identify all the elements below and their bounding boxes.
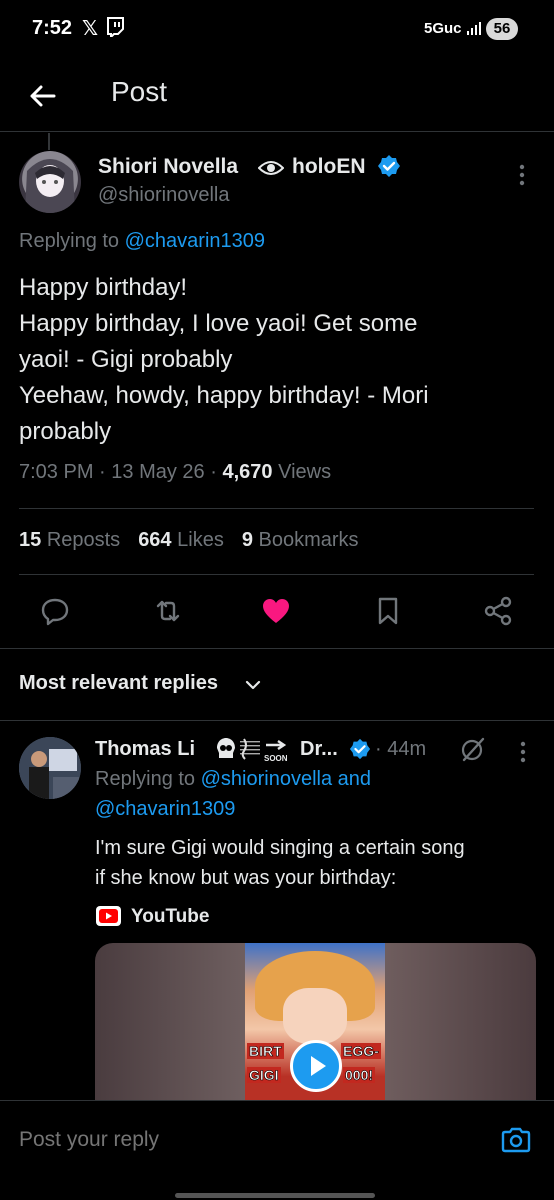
- reply-input[interactable]: [19, 1128, 439, 1152]
- bookmarks-label: Bookmarks: [258, 529, 359, 551]
- home-indicator[interactable]: [175, 1193, 375, 1198]
- network-type: 5Guc: [424, 20, 462, 37]
- thumbnail-caption: 000!: [343, 1067, 376, 1083]
- x-app-icon: 𝕏: [82, 18, 99, 40]
- youtube-icon: [96, 906, 121, 926]
- reply-author-avatar[interactable]: [19, 737, 81, 799]
- reply-text-line: I'm sure Gigi would singing a certain so…: [95, 837, 465, 859]
- likes-count: 664: [138, 529, 172, 551]
- bookmarks-stat[interactable]: 9 Bookmarks: [242, 529, 359, 551]
- like-icon[interactable]: [261, 596, 291, 626]
- reply-composer: [0, 1100, 554, 1200]
- bookmark-icon[interactable]: [373, 596, 403, 626]
- battery-indicator: 56: [486, 18, 518, 40]
- signal-icon: [467, 22, 481, 35]
- post-time: 7:03 PM: [19, 461, 94, 483]
- engagement-stats: 15 Reposts 664 Likes 9 Bookmarks: [19, 529, 359, 552]
- play-button[interactable]: [290, 1040, 342, 1092]
- soon-emoji-text: SOON: [264, 754, 288, 763]
- likes-label: Likes: [177, 529, 224, 551]
- author-handle[interactable]: @shiorinovella: [98, 184, 229, 207]
- divider: [0, 648, 554, 649]
- avatar-photo: [19, 737, 81, 799]
- verified-badge-icon: [378, 155, 400, 177]
- status-time: 7:52: [32, 17, 73, 39]
- skull-music-soon-emoji-icon: SOON: [217, 738, 288, 763]
- mention-link[interactable]: @chavarin1309: [95, 798, 235, 821]
- thumbnail-caption: GIGI: [247, 1067, 281, 1083]
- separator: ·: [210, 461, 217, 483]
- video-link-card[interactable]: BIRT EGG- GIGI 000!: [95, 943, 536, 1100]
- post-text: Happy birthday! Happy birthday, I love y…: [19, 270, 534, 450]
- thumbnail-caption: EGG-: [341, 1043, 381, 1059]
- divider: [0, 720, 554, 721]
- play-icon: [311, 1056, 326, 1076]
- post-text-line: probably: [19, 418, 112, 445]
- replying-to-label: Replying to: [19, 230, 125, 252]
- author-name[interactable]: Shiori Novella: [98, 155, 238, 179]
- page-title: Post: [111, 76, 168, 107]
- reposts-stat[interactable]: 15 Reposts: [19, 529, 120, 551]
- top-header: Post: [0, 60, 554, 132]
- repost-icon[interactable]: [153, 596, 183, 626]
- views-count: 4,670: [222, 461, 273, 483]
- eye-emoji-icon: [258, 161, 284, 175]
- mention-link[interactable]: @chavarin1309: [125, 230, 265, 252]
- author-avatar[interactable]: [19, 151, 81, 213]
- back-arrow-icon[interactable]: [22, 76, 62, 116]
- post-meta: 7:03 PM · 13 May 26 · 4,670 Views: [19, 461, 331, 484]
- camera-icon[interactable]: [500, 1125, 532, 1155]
- thumbnail-caption: BIRT: [247, 1043, 284, 1059]
- post-text-line: Happy birthday, I love yaoi! Get some: [19, 310, 418, 337]
- verified-badge-icon: [349, 738, 371, 760]
- more-options-icon[interactable]: [514, 740, 532, 764]
- reply-icon[interactable]: [40, 596, 70, 626]
- post-text-line: Happy birthday!: [19, 274, 188, 301]
- post-date: 13 May 26: [111, 461, 205, 483]
- post-text-line: yaoi! - Gigi probably: [19, 346, 233, 373]
- reply-replying-to: Replying to @shiorinovella and: [95, 768, 371, 791]
- chevron-down-icon[interactable]: [244, 676, 262, 694]
- status-bar: 7:52 𝕏 5Guc 56: [0, 0, 554, 60]
- reply-text: I'm sure Gigi would singing a certain so…: [95, 833, 535, 893]
- reposts-label: Reposts: [46, 529, 121, 551]
- sort-replies-label[interactable]: Most relevant replies: [19, 672, 218, 695]
- avatar-illustration: [25, 159, 75, 213]
- replying-and-label[interactable]: and: [332, 768, 371, 790]
- reply-author-name-suffix[interactable]: Dr...: [300, 738, 338, 761]
- divider: [19, 574, 534, 575]
- thread-connector-line: [48, 133, 50, 150]
- separator: ·: [99, 461, 106, 483]
- reply-author-name[interactable]: Thomas Li: [95, 738, 195, 761]
- twitch-icon: [107, 17, 124, 37]
- thumbnail-face: [283, 988, 347, 1044]
- views-label[interactable]: Views: [278, 461, 331, 483]
- replying-to: Replying to @chavarin1309: [19, 230, 265, 253]
- grok-icon[interactable]: [460, 736, 486, 762]
- bookmarks-count: 9: [241, 529, 253, 551]
- reply-text-line: if she know but was your birthday:: [95, 867, 397, 889]
- share-icon[interactable]: [483, 596, 513, 626]
- author-group-name[interactable]: holoEN: [292, 155, 366, 179]
- replying-to-label: Replying to: [95, 768, 201, 790]
- post-text-line: Yeehaw, howdy, happy birthday! - Mori: [19, 382, 429, 409]
- reply-timestamp: · 44m: [375, 738, 427, 760]
- reposts-count: 15: [19, 529, 42, 551]
- mention-link[interactable]: @shiorinovella: [201, 768, 332, 790]
- link-card-source[interactable]: YouTube: [131, 906, 209, 928]
- divider: [19, 508, 534, 509]
- likes-stat[interactable]: 664 Likes: [138, 529, 224, 551]
- more-options-icon[interactable]: [512, 162, 532, 188]
